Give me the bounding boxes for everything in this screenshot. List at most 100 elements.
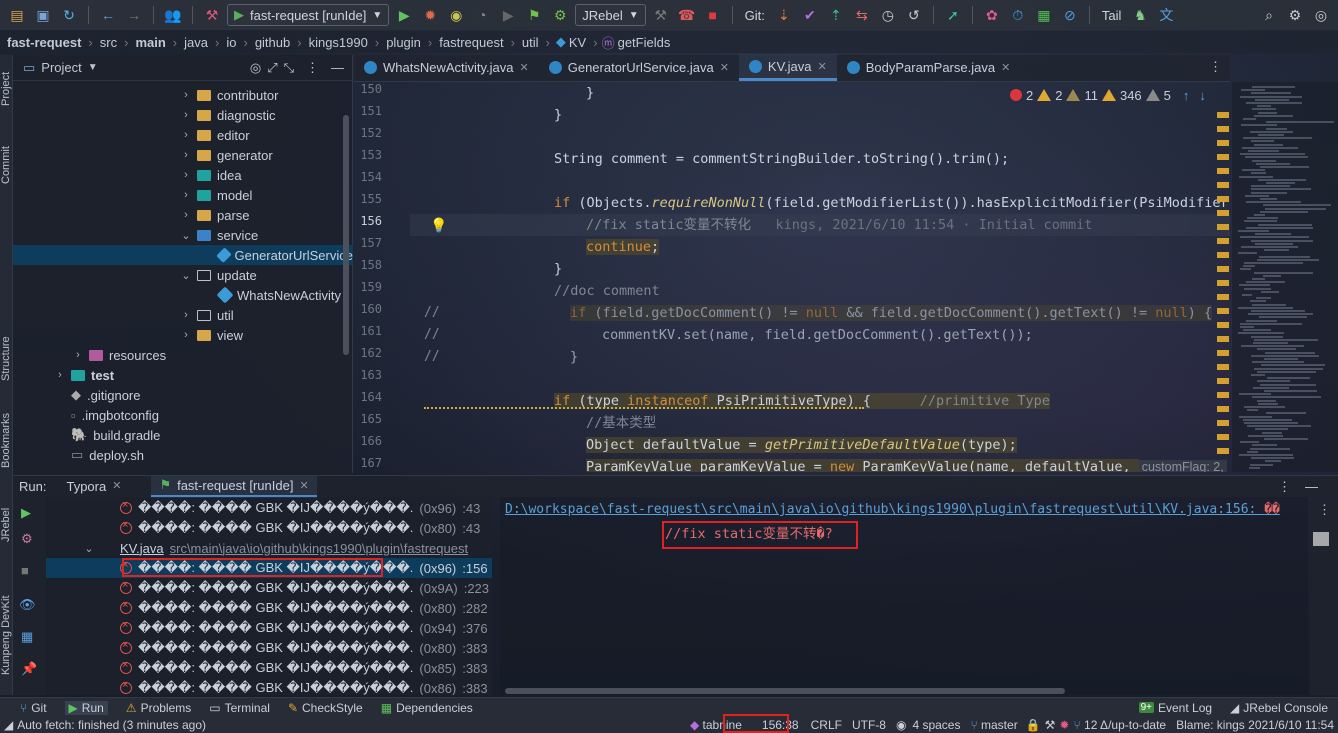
hammer-icon[interactable]: ⚒ [1045,718,1060,732]
bookmarks-tool-tab[interactable]: Bookmarks [0,405,13,475]
tree-item-parse[interactable]: › parse [181,205,249,225]
chevron-right-icon[interactable]: › [181,169,191,181]
chevron-right-icon[interactable]: › [181,329,191,341]
file-row-kv[interactable]: ⌄ KV.java src\main\java\io\github\kings199… [84,538,468,558]
tool-tab-run[interactable]: ▶ Run [64,700,108,715]
search-icon[interactable]: ⌕ [1258,4,1280,26]
translate-icon[interactable]: 文 [1155,4,1177,26]
status-expand-icon[interactable]: ◢ [0,718,17,732]
tool-tab-problems[interactable]: ⚠ Problems [126,701,191,715]
attach-icon[interactable]: ☎ [676,4,698,26]
coverage-icon[interactable]: ◉ [445,4,467,26]
sync-status[interactable]: ⑂ 12 Δ/up-to-date [1073,718,1176,732]
chinese-translate-icon[interactable]: ♞ [1129,4,1151,26]
hide-icon[interactable]: — [1305,479,1338,494]
breadcrumb-item[interactable]: src [97,35,120,50]
tail-label[interactable]: Tail [1098,8,1126,23]
breadcrumb-item[interactable]: github [252,35,293,50]
jrebel-select[interactable]: JRebel ▼ [575,4,646,26]
breadcrumb-item[interactable]: util [519,35,542,50]
scroll-to-end-icon[interactable] [1313,532,1329,546]
deploy-icon[interactable]: ➚ [942,4,964,26]
close-icon[interactable]: ✕ [112,479,121,494]
build-hammer-icon[interactable]: ⚒ [201,4,223,26]
chevron-right-icon[interactable]: › [73,349,83,361]
breadcrumb-item[interactable]: fastrequest [436,35,506,50]
inspection-indicators[interactable]: 2 2 11 346 5 ↑ ↓ [1010,85,1230,105]
chevron-right-icon[interactable]: › [181,189,191,201]
timer-icon[interactable]: ⏱ [1007,4,1029,26]
console-scrollbar[interactable] [505,688,1065,694]
jrebel-debug-icon[interactable]: ⚙ [549,4,571,26]
breadcrumb-item[interactable]: io [223,35,239,50]
breadcrumb-project[interactable]: fast-request [4,35,84,50]
hammer-icon[interactable]: ⚒ [650,4,672,26]
error-row[interactable]: ����: ���� GBK �IJ����ý���.(0x80):282 [120,598,488,618]
debug-icon[interactable]: ✹ [419,4,441,26]
tree-item-idea[interactable]: › idea [181,165,241,185]
tree-item-service[interactable]: ⌄ service [181,225,258,245]
chevron-right-icon[interactable]: › [55,369,65,381]
chevron-down-icon[interactable]: ⌄ [181,269,191,282]
git-branch[interactable]: ⑂ master [970,718,1025,732]
project-scrollbar[interactable] [343,115,349,355]
indent-setting[interactable]: 4 spaces [912,718,970,732]
forward-icon[interactable]: → [123,4,145,26]
monitor-icon[interactable]: ▦ [1033,4,1055,26]
jrebel-run-icon[interactable]: ⚑ [523,4,545,26]
tab-bodyparamparse[interactable]: BodyParamParse.java ✕ [837,54,1021,81]
lightbulb-icon[interactable]: 💡 [430,214,447,236]
tab-generatorurlservice[interactable]: GeneratorUrlService.java ✕ [539,54,739,81]
commit-tool-tab[interactable]: Commit [0,135,13,195]
console-output[interactable] [500,497,1308,695]
users-icon[interactable]: 👥 [162,4,184,26]
tree-item-model[interactable]: › model [181,185,252,205]
close-icon[interactable]: ✕ [818,60,827,73]
line-separator[interactable]: CRLF [811,718,852,732]
close-icon[interactable]: ✕ [520,61,529,74]
tool-tab-event-log[interactable]: 9+ Event Log [1138,701,1212,715]
close-icon[interactable]: ✕ [1001,61,1010,74]
chevron-down-icon[interactable]: ▼ [88,62,98,73]
code-editor[interactable]: 💡 // // // } } String comment = commentS… [410,82,1230,472]
run-icon[interactable]: ▶ [393,4,415,26]
blame-status[interactable]: Blame: kings 2021/6/10 11:54 [1176,718,1338,732]
tree-item-gitignore[interactable]: ◆ .gitignore [71,385,140,405]
pin-icon[interactable]: 📌 [21,661,37,677]
eye-icon[interactable]: 👁 [19,597,36,613]
breadcrumb-item[interactable]: kings1990 [306,35,371,50]
layout-icon[interactable]: ▦ [21,629,33,645]
lock-icon[interactable]: 🔒 [1026,718,1045,732]
close-icon[interactable]: ✕ [720,61,729,74]
chevron-down-icon[interactable]: ⌄ [181,229,191,242]
tree-item-generator[interactable]: › generator [181,145,273,165]
more-icon[interactable]: ⋮ [1318,502,1331,518]
tool-tab-jrebel-console[interactable]: ◢ JRebel Console [1230,701,1338,715]
code-minimap[interactable] [1232,82,1338,472]
tree-item-view[interactable]: › view [181,325,243,345]
tool-tab-checkstyle[interactable]: ✎ CheckStyle [288,701,363,715]
error-row[interactable]: ����: ���� GBK �IJ����ý���.(0x86):383 [120,678,488,695]
tree-item-generatorurlservice[interactable]: GeneratorUrlService [13,245,353,265]
stop-icon[interactable]: ■ [21,563,29,578]
run-config-select[interactable]: ▶ fast-request [runIde] ▼ [227,4,390,26]
chevron-right-icon[interactable]: › [181,209,191,221]
tree-item-resources[interactable]: › resources [73,345,166,365]
breadcrumb-item[interactable]: KV [566,35,589,50]
more-icon[interactable]: ⋮ [300,60,325,76]
error-row[interactable]: ����: ���� GBK �IJ����ý���.(0x94):376 [120,618,488,638]
open-folder-icon[interactable]: ▤ [6,4,28,26]
git-commit-icon[interactable]: ✔ [799,4,821,26]
plugin-icon[interactable]: ✿ [981,4,1003,26]
settings-icon[interactable]: ⚙ [1284,4,1306,26]
profile-user-icon[interactable]: ◎ [1310,4,1332,26]
rerun-icon[interactable]: ▶ [21,505,31,521]
error-row[interactable]: ����: ���� GBK �IJ����ý���.(0x96):43 [120,498,480,518]
chevron-right-icon[interactable]: › [181,129,191,141]
chevron-right-icon[interactable]: › [181,109,191,121]
stop-icon[interactable]: ■ [702,4,724,26]
file-encoding[interactable]: UTF-8 [852,718,896,732]
tool-tab-terminal[interactable]: ▭ Terminal [209,701,270,715]
back-icon[interactable]: ← [97,4,119,26]
breadcrumb-item[interactable]: java [181,35,211,50]
